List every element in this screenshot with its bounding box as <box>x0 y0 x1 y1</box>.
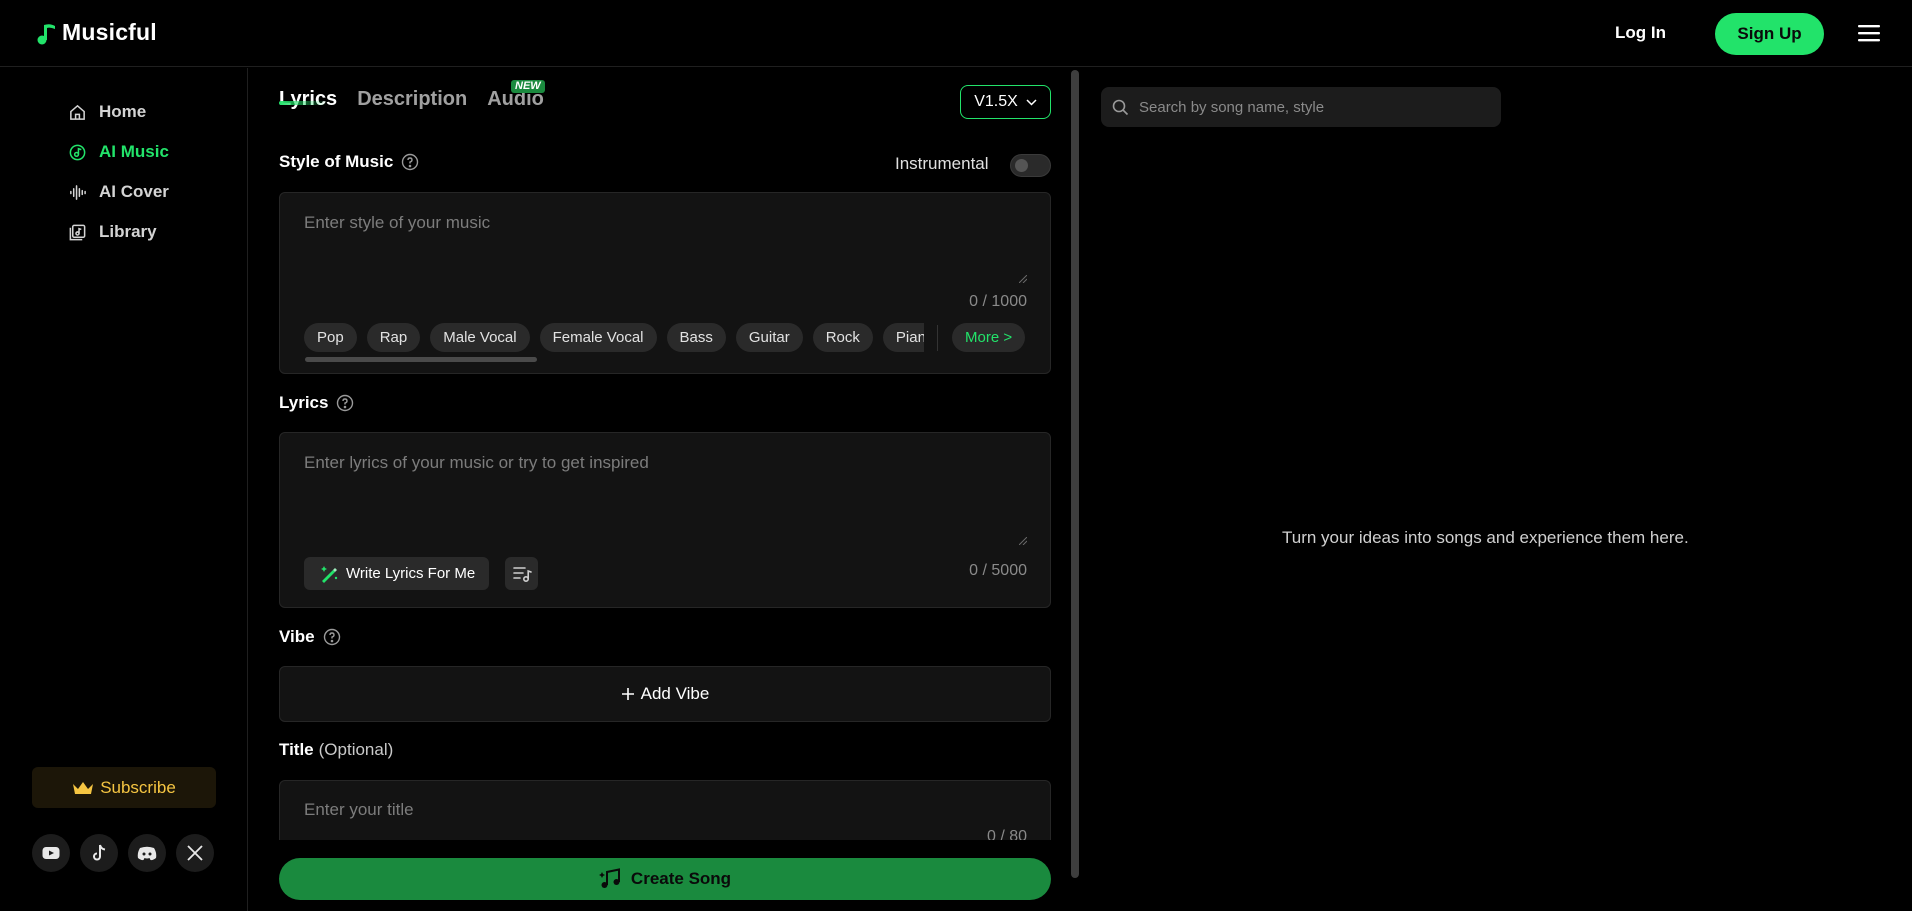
tiktok-icon <box>93 844 106 861</box>
lyrics-counter: 0 / 5000 <box>969 562 1027 579</box>
tags-divider <box>937 325 938 351</box>
sidebar-item-label: Library <box>99 222 157 241</box>
music-notes-icon <box>598 868 620 888</box>
mode-tabs: Lyrics Description Audio <box>279 88 544 111</box>
tab-lyrics[interactable]: Lyrics <box>279 88 337 111</box>
title-label: Title (Optional) <box>279 740 393 760</box>
help-icon[interactable] <box>401 153 419 171</box>
ai-music-icon <box>69 144 86 160</box>
sidebar-item-home[interactable]: Home <box>68 100 146 124</box>
discord-link[interactable] <box>128 834 166 872</box>
style-tag[interactable]: Rap <box>366 323 421 352</box>
write-lyrics-label: Write Lyrics For Me <box>346 565 476 582</box>
search-icon <box>1112 99 1129 115</box>
sidebar: Home AI Music AI Cover Library Subscribe <box>0 68 248 911</box>
style-tag[interactable]: Bass <box>666 323 726 352</box>
top-header: Musicful Log In Sign Up <box>0 0 1912 67</box>
help-icon[interactable] <box>323 628 341 646</box>
lyrics-input[interactable]: Enter lyrics of your music or try to get… <box>304 453 649 473</box>
empty-state-text: Turn your ideas into songs and experienc… <box>1282 528 1689 547</box>
add-vibe-button[interactable]: Add Vibe <box>279 666 1051 722</box>
tags-scrollbar[interactable] <box>305 357 537 362</box>
sidebar-item-label: AI Music <box>99 142 169 161</box>
tiktok-link[interactable] <box>80 834 118 872</box>
social-links <box>32 834 214 872</box>
more-tags-button[interactable]: More > <box>952 323 1026 352</box>
style-tag[interactable]: Piano <box>882 323 924 352</box>
lyrics-label-text: Lyrics <box>279 393 329 412</box>
signup-button[interactable]: Sign Up <box>1715 13 1824 55</box>
version-select[interactable]: V1.5X <box>960 85 1051 119</box>
discord-icon <box>137 846 157 860</box>
x-icon <box>187 845 203 861</box>
vibe-label: Vibe <box>279 627 341 647</box>
home-icon <box>70 104 85 120</box>
add-vibe-label: Add Vibe <box>640 684 710 703</box>
song-search[interactable] <box>1101 87 1501 127</box>
music-list-icon <box>512 566 532 582</box>
style-counter: 0 / 1000 <box>969 293 1027 310</box>
login-button[interactable]: Log In <box>1615 23 1666 43</box>
title-box: Enter your title 0 / 80 <box>279 780 1051 840</box>
version-label: V1.5X <box>974 93 1018 110</box>
vibe-label-text: Vibe <box>279 627 315 646</box>
title-counter: 0 / 80 <box>986 828 1027 840</box>
style-label-text: Style of Music <box>279 152 394 171</box>
lyrics-box: Enter lyrics of your music or try to get… <box>279 432 1051 608</box>
style-tag[interactable]: Guitar <box>735 323 803 352</box>
subscribe-button[interactable]: Subscribe <box>32 767 216 808</box>
waveform-icon <box>70 184 86 200</box>
sidebar-item-library[interactable]: Library <box>68 220 157 244</box>
sidebar-item-label: AI Cover <box>99 182 169 201</box>
style-tag[interactable]: Male Vocal <box>430 323 530 352</box>
style-label: Style of Music <box>279 152 419 172</box>
new-badge: NEW <box>511 80 545 93</box>
style-box: Enter style of your music 0 / 1000 Pop R… <box>279 192 1051 374</box>
youtube-link[interactable] <box>32 834 70 872</box>
active-tab-indicator <box>279 101 327 105</box>
search-input[interactable] <box>1139 98 1479 116</box>
plus-icon <box>621 688 634 700</box>
style-tag[interactable]: Rock <box>812 323 873 352</box>
title-label-text: Title <box>279 740 314 759</box>
lyrics-structure-button[interactable] <box>505 557 538 590</box>
style-tag[interactable]: Female Vocal <box>539 323 657 352</box>
sidebar-item-label: Home <box>99 102 147 121</box>
create-song-button[interactable]: Create Song <box>279 858 1051 900</box>
music-note-logo-icon <box>37 23 55 44</box>
crown-icon <box>73 781 94 794</box>
style-tag[interactable]: Pop <box>304 323 357 352</box>
chevron-down-icon <box>1026 98 1037 106</box>
app-name: Musicful <box>62 19 157 45</box>
library-icon <box>69 224 86 240</box>
resize-handle-icon[interactable] <box>1019 275 1027 283</box>
tab-description[interactable]: Description <box>357 88 467 111</box>
help-icon[interactable] <box>336 394 354 412</box>
hamburger-menu-icon[interactable] <box>1858 24 1880 42</box>
create-form: Lyrics Description Audio NEW V1.5X Style… <box>279 68 1051 911</box>
instrumental-toggle[interactable] <box>1010 154 1051 177</box>
instrumental-label: Instrumental <box>895 154 989 173</box>
create-song-label: Create Song <box>630 869 732 888</box>
lyrics-label: Lyrics <box>279 393 354 413</box>
form-scrollbar[interactable] <box>1071 70 1079 878</box>
style-input[interactable]: Enter style of your music <box>304 213 490 233</box>
magic-pen-icon <box>321 565 338 583</box>
title-optional-text: (Optional) <box>318 740 394 759</box>
sidebar-item-ai-music[interactable]: AI Music <box>68 140 169 164</box>
resize-handle-icon[interactable] <box>1019 537 1027 545</box>
write-lyrics-button[interactable]: Write Lyrics For Me <box>304 557 490 590</box>
subscribe-label: Subscribe <box>100 777 176 797</box>
logo[interactable]: Musicful <box>36 19 157 46</box>
youtube-icon <box>42 847 60 859</box>
title-input[interactable]: Enter your title <box>304 800 414 820</box>
sidebar-item-ai-cover[interactable]: AI Cover <box>68 180 169 204</box>
style-tags: Pop Rap Male Vocal Female Vocal Bass Gui… <box>304 323 924 353</box>
x-link[interactable] <box>176 834 214 872</box>
